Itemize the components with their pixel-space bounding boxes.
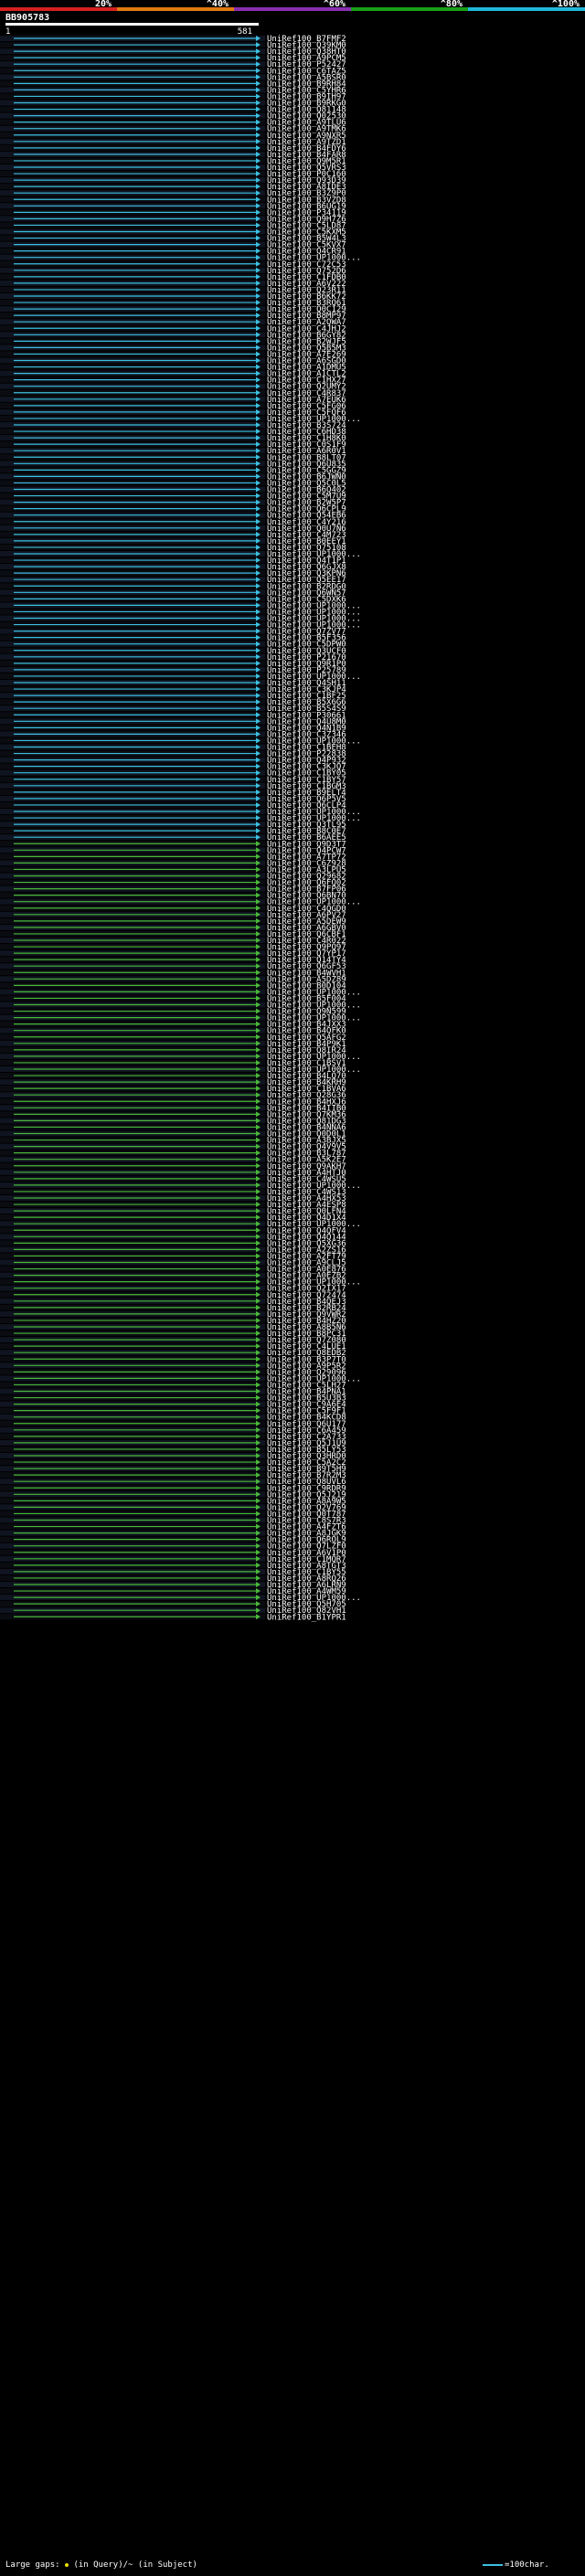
- legend: Large gaps: (in Query)/~ (in Subject): [5, 2560, 197, 2570]
- query-start-label: 1: [5, 27, 10, 37]
- legend-in-query: (in Query): [73, 2560, 123, 2570]
- scale-label: ^80%: [441, 0, 463, 9]
- legend-in-subject: /~ (in Subject): [122, 2560, 197, 2570]
- legend-scale-label: =100char.: [505, 2560, 549, 2570]
- scale-swatch-icon: [483, 2563, 503, 2566]
- hit-label[interactable]: UniRef100_B1YPR1: [267, 1613, 346, 1622]
- scale-label: ^40%: [207, 0, 229, 9]
- scale-label: ^100%: [552, 0, 580, 9]
- scale-label: ^60%: [324, 0, 346, 9]
- legend-scale: =100char.: [483, 2560, 549, 2570]
- legend-gaps-label: Large gaps:: [5, 2560, 60, 2570]
- query-header: BB905783 1 581: [5, 13, 259, 37]
- alignment-chart: 20% ^40% ^60% ^80% ^100% BB905783 1 581 UniR…: [0, 0, 585, 1622]
- scale-label: 20%: [95, 0, 112, 9]
- gap-dot-icon: [65, 2562, 69, 2567]
- query-bar: [5, 23, 259, 26]
- identity-scale-bar: 20% ^40% ^60% ^80% ^100%: [0, 0, 585, 11]
- query-end-label: 581: [238, 27, 252, 37]
- hit-rows: UniRef100_B7FMF2UniRef100_Q39KM0UniRef10…: [0, 35, 361, 1622]
- query-name: BB905783: [5, 13, 49, 23]
